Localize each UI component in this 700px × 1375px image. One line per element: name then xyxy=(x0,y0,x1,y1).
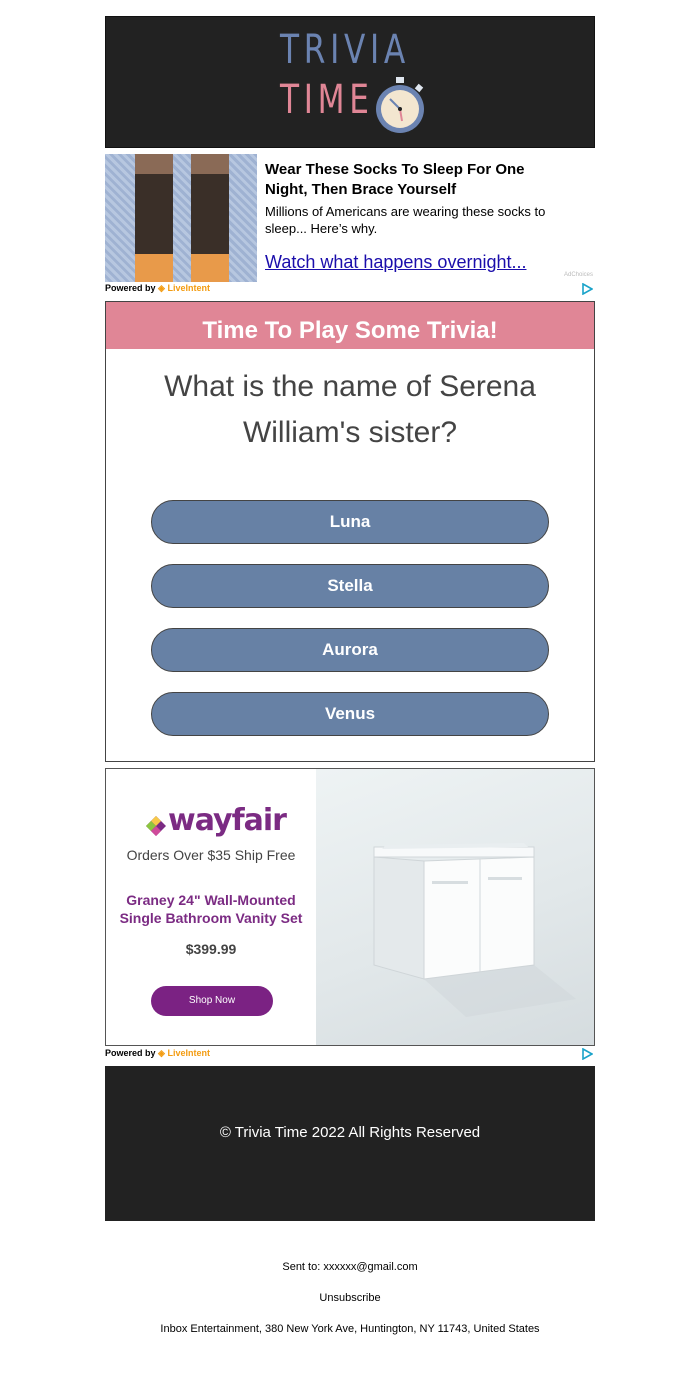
stopwatch-icon xyxy=(376,77,424,133)
wayfair-logo-icon xyxy=(146,816,166,836)
wayfair-ad-text-panel: wayfair Orders Over $35 Ship Free Graney… xyxy=(106,769,316,1045)
liveintent-brand: LiveIntent xyxy=(167,283,210,293)
sponsored-ad-socks[interactable]: Wear These Socks To Sleep For One Night,… xyxy=(105,154,595,295)
vanity-illustration xyxy=(373,843,576,1017)
trivia-heading: Time To Play Some Trivia! xyxy=(106,302,594,349)
trivia-question: What is the name of Serena William's sis… xyxy=(164,370,536,449)
wayfair-brand: wayfair xyxy=(168,803,287,838)
logo-text-time: TIME xyxy=(280,77,374,123)
adchoices-icon[interactable] xyxy=(581,283,593,295)
unsubscribe-link[interactable]: Unsubscribe xyxy=(0,1292,700,1304)
ad-cta-link[interactable]: Watch what happens overnight... xyxy=(265,252,526,273)
header-banner: TRIVIA TIME xyxy=(105,16,595,148)
shipping-offer: Orders Over $35 Ship Free xyxy=(126,847,296,863)
liveintent-icon: ◈ xyxy=(158,283,165,293)
liveintent-brand-2: LiveIntent xyxy=(167,1048,210,1058)
adchoices-label[interactable]: AdChoices xyxy=(564,272,593,278)
answer-button-2[interactable]: Stella xyxy=(151,564,549,608)
ad-headline[interactable]: Wear These Socks To Sleep For One Night,… xyxy=(265,160,565,200)
answer-button-4[interactable]: Venus xyxy=(151,692,549,736)
adchoices-icon-2[interactable] xyxy=(581,1048,593,1060)
copyright-text: © Trivia Time 2022 All Rights Reserved xyxy=(219,1124,481,1141)
answer-button-3[interactable]: Aurora xyxy=(151,628,549,672)
ad-description: Millions of Americans are wearing these … xyxy=(265,204,546,236)
liveintent-icon-2: ◈ xyxy=(158,1048,165,1058)
powered-by-label-2: Powered by xyxy=(105,1048,156,1058)
powered-by-liveintent-2[interactable]: Powered by ◈ LiveIntent xyxy=(105,1048,210,1059)
footer-banner: © Trivia Time 2022 All Rights Reserved xyxy=(105,1066,595,1221)
answer-button-1[interactable]: Luna xyxy=(151,500,549,544)
vanity-product-image[interactable] xyxy=(316,769,594,1045)
shop-now-button[interactable]: Shop Now xyxy=(151,986,273,1016)
socks-ad-image[interactable] xyxy=(105,154,257,282)
powered-by-label: Powered by xyxy=(105,283,156,293)
sent-to-text: Sent to: xxxxxx@gmail.com xyxy=(282,1261,418,1273)
sock-right xyxy=(191,154,229,282)
powered-by-liveintent[interactable]: Powered by ◈ LiveIntent xyxy=(105,283,210,294)
sender-address: Inbox Entertainment, 380 New York Ave, H… xyxy=(160,1323,540,1335)
sock-left xyxy=(135,154,173,282)
logo-text-trivia: TRIVIA xyxy=(280,27,410,73)
product-name[interactable]: Graney 24" Wall-Mounted Single Bathroom … xyxy=(106,891,316,927)
wayfair-ad[interactable]: wayfair Orders Over $35 Ship Free Graney… xyxy=(105,768,595,1046)
trivia-time-logo[interactable]: TRIVIA TIME xyxy=(280,27,430,143)
product-price: $399.99 xyxy=(185,941,237,957)
trivia-card: Time To Play Some Trivia! What is the na… xyxy=(105,301,595,762)
